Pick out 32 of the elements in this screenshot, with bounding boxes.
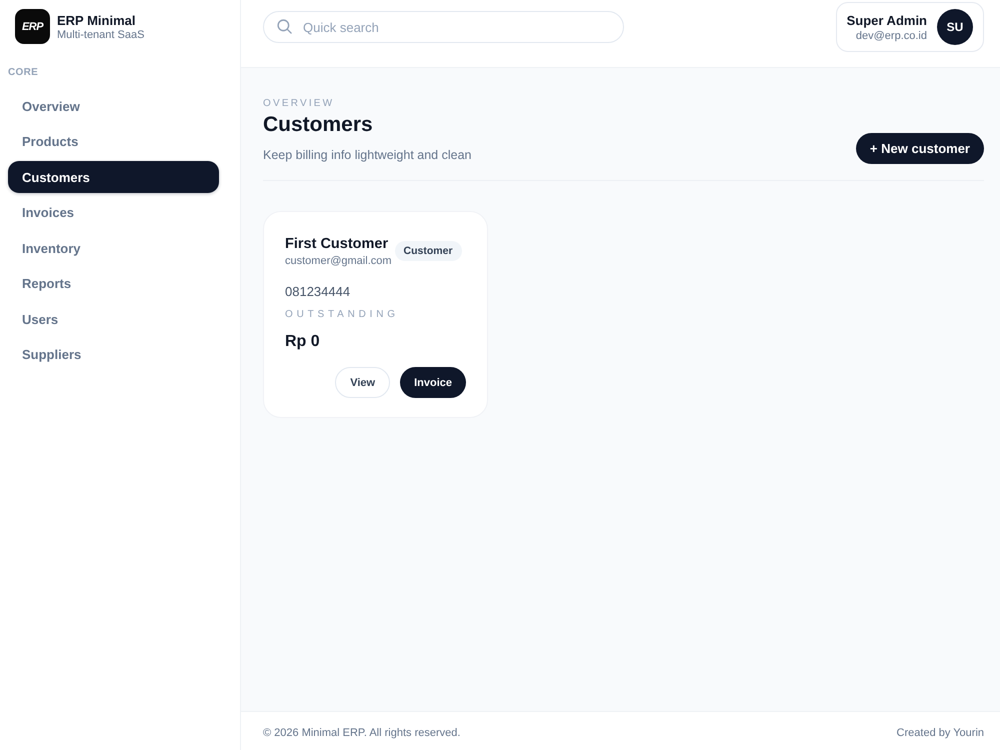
page-title: Customers — [263, 113, 374, 137]
search-field[interactable]: Quick search — [263, 11, 624, 43]
customer-phone: 081234444 — [285, 284, 352, 299]
customer-email: customer@gmail.com — [285, 255, 392, 267]
credit-text: Created by Yourin — [896, 726, 984, 738]
customer-name: First Customer — [285, 236, 390, 252]
sidebar-item[interactable]: Inventory — [8, 232, 219, 264]
section-label: CORE — [8, 67, 38, 78]
sidebar-item[interactable]: Overview — [8, 90, 219, 122]
user-email: dev@erp.co.id — [856, 30, 927, 42]
search-icon — [277, 19, 292, 34]
outstanding-label: OUTSTANDING — [285, 309, 400, 320]
brand-title: ERP Minimal — [57, 12, 137, 28]
page-eyebrow: OVERVIEW — [263, 98, 336, 109]
sidebar-item[interactable]: Users — [8, 303, 219, 335]
invoice-button[interactable]: Invoice — [400, 367, 466, 398]
brand-subtitle: Multi-tenant SaaS — [57, 28, 144, 40]
sidebar-item[interactable]: Suppliers — [8, 338, 219, 370]
user-name: Super Admin — [846, 12, 927, 28]
outstanding-amount: Rp 0 — [285, 333, 321, 351]
sidebar-item[interactable]: Customers — [8, 161, 219, 193]
copyright-text: © 2026 Minimal ERP. All rights reserved. — [263, 726, 460, 738]
user-menu[interactable]: Super Admin dev@erp.co.id SU — [836, 2, 984, 52]
view-button[interactable]: View — [335, 367, 390, 398]
new-customer-button[interactable]: + New customer — [856, 133, 984, 164]
page-subtitle: Keep billing info lightweight and clean — [263, 148, 472, 162]
customer-badge: Customer — [394, 241, 462, 261]
sidebar-item[interactable]: Reports — [8, 268, 219, 300]
sidebar-item[interactable]: Invoices — [8, 196, 219, 228]
sidebar-item[interactable]: Products — [8, 126, 219, 158]
brand-logo: ERP — [15, 9, 50, 44]
user-avatar: SU — [937, 9, 973, 45]
